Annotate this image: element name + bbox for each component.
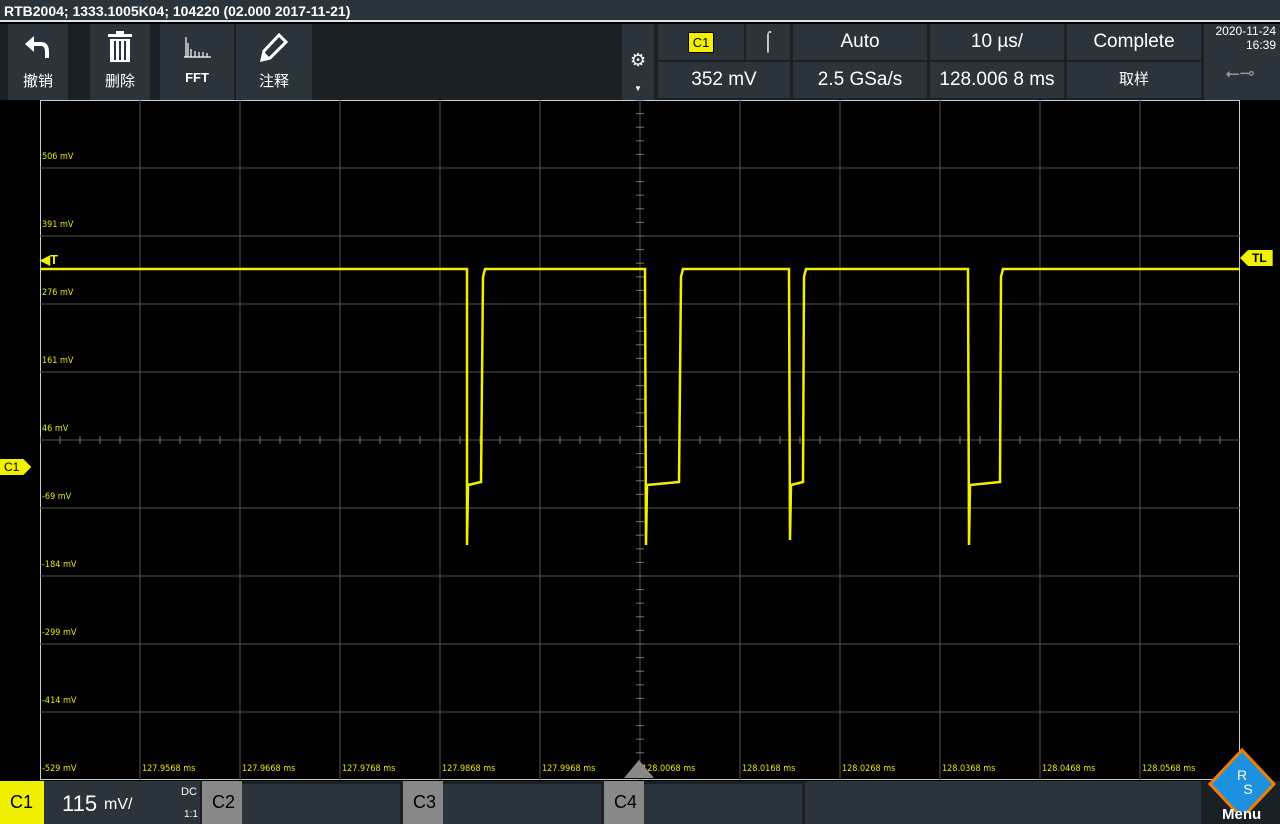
x-axis-label: 128.0168 ms: [742, 764, 796, 774]
y-axis-label: -69 mV: [42, 492, 72, 502]
undo-button[interactable]: 撤销: [8, 24, 68, 100]
y-axis-label: -414 mV: [42, 696, 77, 706]
trigger-source[interactable]: C1: [658, 24, 744, 60]
trigger-time-marker[interactable]: [624, 760, 654, 778]
acquisition-mode[interactable]: 取样: [1067, 62, 1201, 98]
y-axis-label: 391 mV: [42, 220, 74, 230]
timebase[interactable]: 10 µs/: [930, 24, 1064, 60]
channel-c2-tab[interactable]: C2: [202, 781, 242, 824]
annotate-button[interactable]: 注释: [236, 24, 312, 100]
undo-icon: [8, 24, 68, 70]
channel-c1-offset-marker[interactable]: C1: [0, 459, 31, 475]
trigger-position-marker: ◀T: [40, 252, 58, 267]
trash-icon: [90, 24, 150, 70]
trigger-mode[interactable]: Auto: [793, 24, 927, 60]
waveform-display[interactable]: [40, 100, 1240, 780]
x-axis-label: 127.9768 ms: [342, 764, 396, 774]
y-axis-label: -184 mV: [42, 560, 77, 570]
channel-c3-panel: [443, 784, 601, 824]
channel-c1-tab[interactable]: C1: [0, 781, 44, 824]
y-axis-label: 161 mV: [42, 356, 74, 366]
trigger-level-marker[interactable]: TL: [1240, 250, 1273, 266]
gear-icon: ⚙: [630, 50, 647, 70]
dropdown-arrow-icon: ▼: [634, 84, 642, 93]
x-axis-label: 127.9668 ms: [242, 764, 296, 774]
y-axis-label: 46 mV: [42, 424, 69, 434]
fft-button[interactable]: FFT: [160, 24, 234, 100]
horizontal-position[interactable]: 128.006 8 ms: [930, 62, 1064, 98]
y-axis-label: -529 mV: [42, 764, 77, 774]
channel-bar: C1 115 mV/ DC 1:1 C2 C3 C4: [0, 781, 1280, 824]
menu-button[interactable]: RS Menu: [1204, 747, 1280, 824]
y-axis-label: 506 mV: [42, 152, 74, 162]
x-axis-label: 127.9868 ms: [442, 764, 496, 774]
usb-icon: ⭠⊸: [1225, 63, 1255, 83]
y-axis-label: -299 mV: [42, 628, 77, 638]
x-axis-label: 128.0568 ms: [1142, 764, 1196, 774]
rising-edge-icon[interactable]: ⌠: [746, 24, 790, 60]
toolbar: 撤销 删除 FFT 注释 ⚙ ▼ C1 ⌠ Auto 10 µs/ Comple…: [0, 24, 1280, 100]
channel-c4-tab[interactable]: C4: [604, 781, 644, 824]
trigger-level[interactable]: 352 mV: [658, 62, 790, 98]
x-axis-label: 128.0368 ms: [942, 764, 996, 774]
rs-logo-icon: RS: [1207, 747, 1277, 821]
datetime: 2020-11-24 16:39 ⭠⊸: [1204, 24, 1280, 100]
settings-button[interactable]: ⚙ ▼: [622, 24, 654, 100]
empty-panel: [805, 781, 1201, 824]
graticule: [40, 100, 1240, 780]
sample-rate[interactable]: 2.5 GSa/s: [793, 62, 927, 98]
pencil-icon: [236, 24, 312, 70]
y-axis-label: 276 mV: [42, 288, 74, 298]
delete-button[interactable]: 删除: [90, 24, 150, 100]
channel-c2-panel: [242, 784, 400, 824]
channel-c4-panel: [644, 784, 802, 824]
x-axis-label: 127.9568 ms: [142, 764, 196, 774]
channel-c1-settings[interactable]: 115 mV/ DC 1:1: [44, 781, 200, 824]
x-axis-label: 128.0468 ms: [1042, 764, 1096, 774]
acquisition-state[interactable]: Complete: [1067, 24, 1201, 60]
x-axis-label: 127.9968 ms: [542, 764, 596, 774]
channel-c3-tab[interactable]: C3: [403, 781, 443, 824]
fft-icon: [160, 24, 234, 70]
title-bar: RTB2004; 1333.1005K04; 104220 (02.000 20…: [0, 0, 1280, 22]
svg-text:S: S: [1243, 781, 1252, 797]
x-axis-label: 128.0268 ms: [842, 764, 896, 774]
